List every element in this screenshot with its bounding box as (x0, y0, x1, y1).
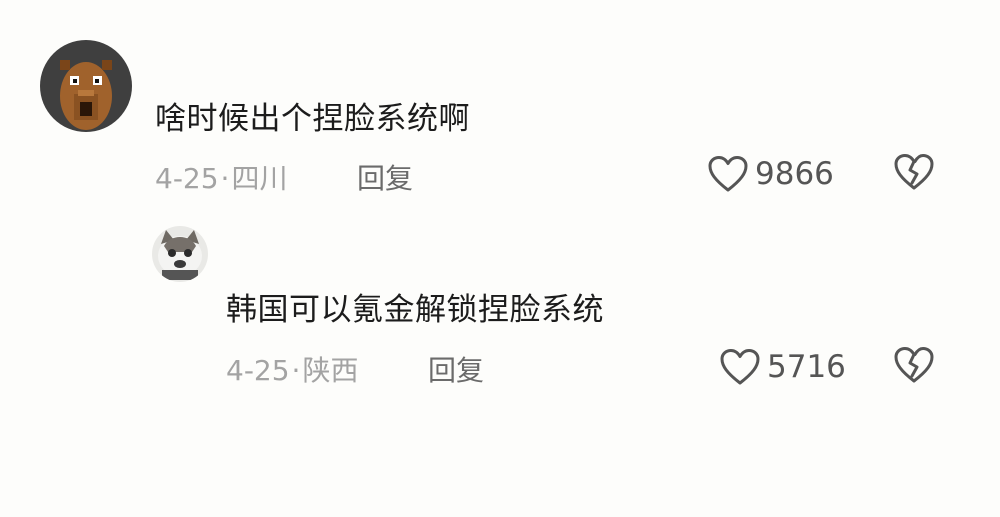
like-button[interactable]: 9866 (707, 155, 834, 193)
reply-button[interactable]: 回复 (357, 161, 413, 197)
like-button[interactable]: 5716 (719, 348, 846, 386)
comment-location: 四川 (231, 162, 288, 195)
reply-button[interactable]: 回复 (428, 353, 484, 389)
dislike-button[interactable] (893, 153, 935, 191)
broken-heart-icon (893, 346, 935, 384)
meta-separator: · (291, 354, 301, 387)
comment-text: 啥时候出个捏脸系统啊 (155, 101, 470, 137)
dislike-button[interactable] (893, 346, 935, 384)
cat-avatar-icon[interactable] (152, 226, 208, 282)
broken-heart-icon (893, 153, 935, 191)
heart-icon (719, 348, 761, 386)
capybara-avatar-icon[interactable] (40, 40, 132, 132)
heart-icon (707, 155, 749, 193)
like-count: 9866 (755, 156, 834, 192)
comment-meta: 4-25·四川 (155, 161, 287, 197)
comment-text: 韩国可以氪金解锁捏脸系统 (226, 292, 604, 328)
meta-separator: · (220, 162, 230, 195)
comment-meta: 4-25·陕西 (226, 353, 358, 389)
comment-date: 4-25 (226, 354, 290, 387)
comment-date: 4-25 (155, 162, 219, 195)
like-count: 5716 (767, 349, 846, 385)
comment-location: 陕西 (302, 354, 359, 387)
